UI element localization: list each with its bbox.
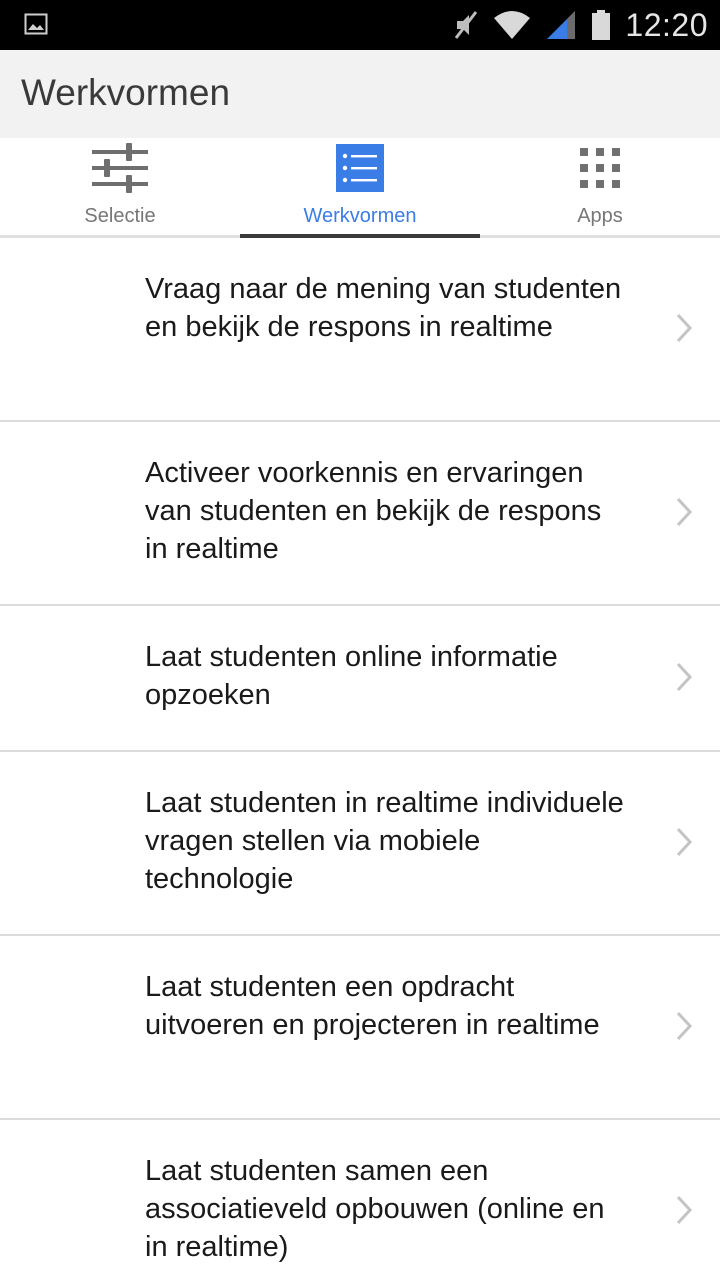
chevron-right-icon	[676, 1195, 693, 1225]
list-item-label: Laat studenten een opdracht uitvoeren en…	[145, 971, 600, 1041]
list-item-label: Laat studenten online informatie opzoeke…	[145, 641, 558, 711]
list-item-label: Laat studenten in realtime individuele v…	[145, 787, 624, 895]
tab-label: Apps	[577, 205, 623, 227]
grid-icon	[578, 142, 622, 194]
list-item[interactable]: Activeer voorkennis en ervaringen van st…	[0, 422, 720, 606]
battery-icon	[591, 9, 611, 41]
chevron-right-icon	[676, 497, 693, 527]
page-title: Werkvormen	[21, 72, 231, 113]
sliders-icon	[90, 142, 150, 194]
chevron-right-icon	[676, 662, 693, 692]
status-time: 12:20	[625, 6, 708, 43]
list-icon	[336, 142, 384, 194]
tab-bar: Selectie Werkvormen Apps	[0, 138, 720, 238]
werkvormen-list: Vraag naar de mening van studenten en be…	[0, 238, 720, 1282]
signal-icon	[545, 9, 577, 41]
status-bar: 12:20	[0, 0, 720, 50]
list-item-label: Vraag naar de mening van studenten en be…	[145, 273, 622, 343]
muted-icon	[453, 9, 479, 41]
tab-selectie[interactable]: Selectie	[0, 138, 240, 235]
image-notification-icon	[24, 13, 48, 35]
list-item[interactable]: Laat studenten online informatie opzoeke…	[0, 606, 720, 752]
tab-werkvormen[interactable]: Werkvormen	[240, 138, 480, 238]
chevron-right-icon	[676, 313, 693, 343]
app-bar: Werkvormen	[0, 50, 720, 138]
list-item[interactable]: Laat studenten een opdracht uitvoeren en…	[0, 936, 720, 1120]
list-item[interactable]: Vraag naar de mening van studenten en be…	[0, 238, 720, 422]
tab-label: Selectie	[84, 205, 156, 227]
list-item-label: Activeer voorkennis en ervaringen van st…	[145, 457, 602, 565]
list-item[interactable]: Laat studenten samen een associatieveld …	[0, 1120, 720, 1282]
tab-apps[interactable]: Apps	[480, 138, 720, 235]
wifi-icon	[493, 10, 531, 40]
tab-label: Werkvormen	[303, 205, 417, 227]
list-item-label: Laat studenten samen een associatieveld …	[145, 1155, 605, 1263]
list-item[interactable]: Laat studenten in realtime individuele v…	[0, 752, 720, 936]
chevron-right-icon	[676, 827, 693, 857]
chevron-right-icon	[676, 1011, 693, 1041]
